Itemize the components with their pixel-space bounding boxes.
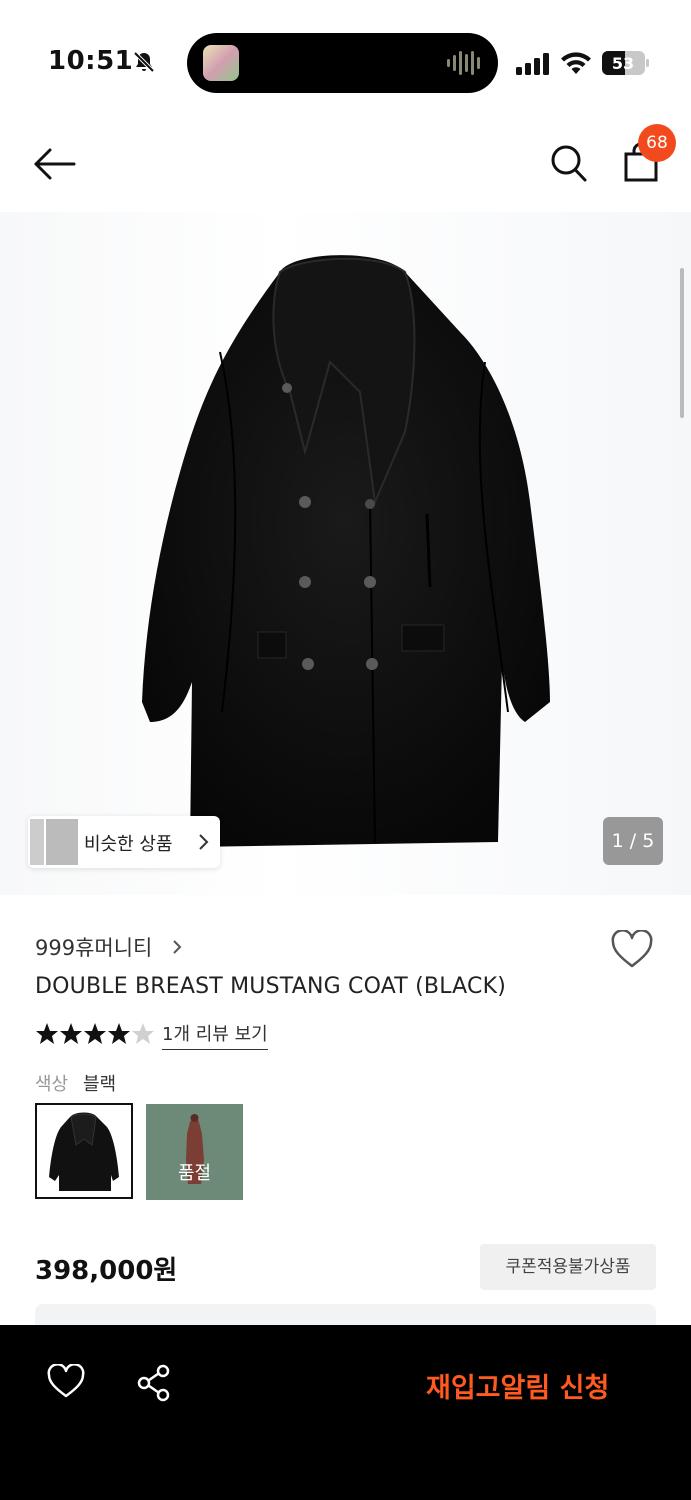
status-time: 10:51: [48, 46, 134, 76]
star-icon: [108, 1023, 130, 1044]
product-price: 398,000원: [35, 1256, 178, 1286]
similar-product-thumbnail: [44, 819, 78, 865]
wifi-icon: [561, 52, 591, 74]
similar-products-button[interactable]: 비슷한 상품: [28, 816, 220, 868]
product-image-gallery[interactable]: [0, 212, 691, 895]
status-bar: 10:51 53: [0, 0, 691, 120]
audio-waveform-icon: [447, 51, 480, 75]
product-title: DOUBLE BREAST MUSTANG COAT (BLACK): [35, 974, 506, 999]
bell-muted-icon: [133, 51, 155, 73]
swatch-image: [49, 1112, 119, 1191]
signal-icon: [516, 53, 549, 75]
brand-link[interactable]: 999휴머니티: [35, 932, 152, 962]
sold-out-label: 품절: [177, 1163, 212, 1184]
color-label: 색상: [35, 1074, 69, 1095]
page-scrollbar[interactable]: [680, 268, 684, 418]
product-image: [142, 255, 550, 847]
star-icon: [36, 1023, 58, 1044]
coupon-unavailable-badge: 쿠폰적용불가상품: [480, 1244, 656, 1290]
share-icon[interactable]: [136, 1364, 172, 1402]
back-arrow-icon[interactable]: [32, 146, 78, 182]
color-swatch-black[interactable]: [35, 1103, 133, 1199]
search-icon[interactable]: [548, 142, 588, 184]
cart-count-badge: 68: [638, 124, 676, 162]
color-value: 블랙: [83, 1074, 117, 1095]
star-icon: [84, 1023, 106, 1044]
similar-products-label: 비슷한 상품: [84, 834, 173, 855]
chevron-right-icon: [173, 940, 182, 954]
restock-alert-button[interactable]: 재입고알림 신청: [426, 1366, 609, 1405]
dynamic-island[interactable]: [187, 33, 498, 93]
rating-stars: [36, 1023, 154, 1044]
top-nav: [0, 120, 691, 210]
chevron-right-icon: [199, 834, 209, 850]
heart-icon[interactable]: [610, 930, 654, 970]
battery-level: 53: [612, 54, 634, 73]
heart-icon[interactable]: [46, 1364, 86, 1400]
now-playing-artwork: [203, 45, 239, 81]
color-swatch-brown[interactable]: 품절: [146, 1104, 243, 1200]
review-link[interactable]: 1개 리뷰 보기: [162, 1020, 268, 1050]
bottom-action-bar: [0, 1325, 691, 1500]
image-counter: 1 / 5: [603, 817, 663, 865]
battery-icon: 53: [602, 51, 649, 75]
star-empty-icon: [132, 1023, 154, 1044]
star-icon: [60, 1023, 82, 1044]
